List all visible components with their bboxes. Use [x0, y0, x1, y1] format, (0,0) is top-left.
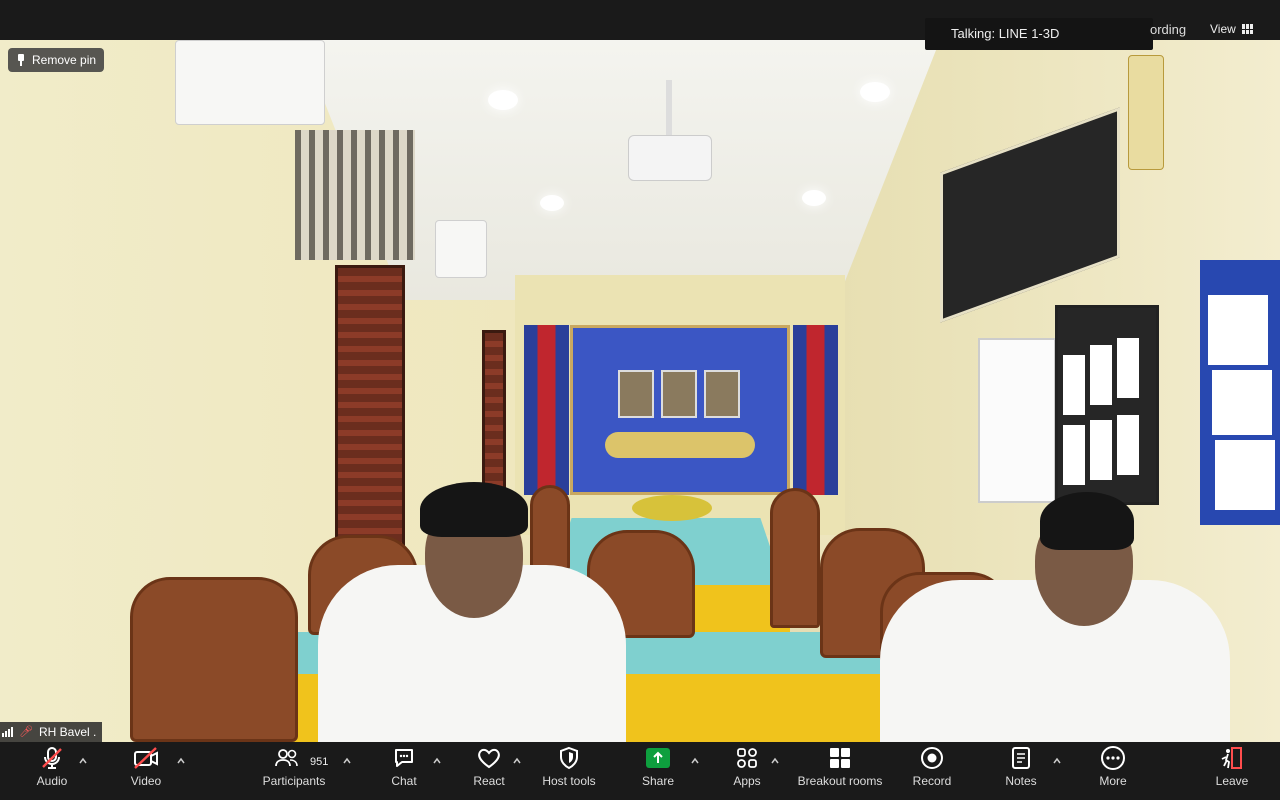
grid-view-icon — [1241, 24, 1253, 34]
breakout-rooms-icon — [828, 742, 852, 774]
chart-paper — [1208, 295, 1268, 365]
portrait — [661, 370, 697, 418]
participants-count: 951 — [310, 756, 329, 768]
participant-name-tag: 🎤︎ RH Bavel . — [0, 722, 103, 742]
react-button[interactable]: React — [468, 742, 510, 800]
react-label: React — [473, 774, 505, 788]
remove-pin-button[interactable]: Remove pin — [8, 48, 105, 72]
audio-options-caret[interactable] — [78, 756, 88, 766]
backdrop-emblem — [605, 432, 755, 458]
whiteboard — [978, 338, 1056, 503]
notes-options-caret[interactable] — [1052, 756, 1062, 766]
ceiling-light — [802, 190, 826, 206]
view-label: View — [1210, 22, 1236, 36]
participants-icon — [274, 742, 314, 774]
notice-paper — [1117, 415, 1139, 475]
projector — [628, 135, 712, 181]
chat-label: Chat — [391, 774, 417, 788]
notice-paper — [1063, 355, 1085, 415]
record-button[interactable]: Record — [910, 742, 954, 800]
breakout-rooms-label: Breakout rooms — [797, 774, 883, 788]
record-icon — [920, 742, 944, 774]
notes-button[interactable]: Notes — [1000, 742, 1042, 800]
apps-button[interactable]: Apps — [727, 742, 767, 800]
chair — [770, 488, 820, 628]
share-screen-icon — [646, 742, 670, 774]
video-options-caret[interactable] — [176, 756, 186, 766]
participant-hair — [1040, 492, 1134, 550]
apps-icon — [735, 742, 759, 774]
louver-window — [295, 130, 415, 260]
chair — [530, 485, 570, 570]
host-tools-label: Host tools — [542, 774, 596, 788]
audio-button[interactable]: Audio — [30, 742, 74, 800]
participants-options-caret[interactable] — [342, 756, 352, 766]
pin-icon — [16, 54, 26, 66]
share-label: Share — [641, 774, 675, 788]
meeting-toolbar: Audio Video Participants 951 Chat React … — [0, 742, 1280, 800]
breakout-rooms-button[interactable]: Breakout rooms — [794, 742, 886, 800]
remove-pin-label: Remove pin — [32, 53, 97, 67]
participant-name: RH Bavel . — [38, 725, 97, 739]
chat-options-caret[interactable] — [432, 756, 442, 766]
chat-bubble-icon — [392, 742, 416, 774]
apps-label: Apps — [733, 774, 761, 788]
video-button[interactable]: Video — [124, 742, 168, 800]
chat-button[interactable]: Chat — [384, 742, 424, 800]
portrait — [704, 370, 740, 418]
participants-label: Participants — [262, 774, 326, 788]
air-conditioner — [435, 220, 487, 278]
video-feed[interactable] — [0, 40, 1280, 742]
share-button[interactable]: Share — [636, 742, 680, 800]
react-options-caret[interactable] — [512, 756, 522, 766]
wall-frame — [1128, 55, 1164, 170]
participant-hair — [420, 482, 528, 537]
heart-icon — [476, 742, 502, 774]
record-label: Record — [912, 774, 952, 788]
host-tools-button[interactable]: Host tools — [538, 742, 600, 800]
portrait — [618, 370, 654, 418]
view-button[interactable]: View — [1200, 18, 1263, 40]
more-button[interactable]: More — [1093, 742, 1133, 800]
more-label: More — [1099, 774, 1127, 788]
flag-banner — [793, 325, 838, 495]
apps-options-caret[interactable] — [770, 756, 780, 766]
leave-door-icon — [1219, 742, 1245, 774]
audio-label: Audio — [36, 774, 68, 788]
chart-paper — [1215, 440, 1275, 510]
notes-label: Notes — [1005, 774, 1037, 788]
camera-off-icon — [132, 742, 160, 774]
notice-paper — [1090, 345, 1112, 405]
share-options-caret[interactable] — [690, 756, 700, 766]
flower-arrangement — [632, 495, 712, 521]
talking-indicator: Talking: LINE 1-3D — [925, 18, 1153, 50]
leave-button[interactable]: Leave — [1212, 742, 1252, 800]
notice-paper — [1063, 425, 1085, 485]
notice-paper — [1090, 420, 1112, 480]
video-label: Video — [130, 774, 162, 788]
more-options-icon — [1100, 742, 1126, 774]
chart-paper — [1212, 370, 1272, 435]
door — [335, 265, 405, 575]
recording-indicator[interactable]: ording — [1150, 22, 1186, 37]
shield-icon — [558, 742, 580, 774]
projector-mount — [666, 80, 672, 138]
signal-strength-icon — [2, 727, 13, 737]
notes-icon — [1010, 742, 1032, 774]
chair — [130, 577, 298, 742]
ceiling-light — [540, 195, 564, 211]
mic-muted-icon: 🎤︎ — [19, 726, 33, 738]
participants-button[interactable]: Participants — [258, 742, 330, 800]
microphone-muted-icon — [40, 742, 64, 774]
air-conditioner — [175, 40, 325, 125]
flag-banner — [524, 325, 569, 495]
ceiling-light — [860, 82, 890, 102]
leave-label: Leave — [1215, 774, 1249, 788]
notice-paper — [1117, 338, 1139, 398]
ceiling-light — [488, 90, 518, 110]
